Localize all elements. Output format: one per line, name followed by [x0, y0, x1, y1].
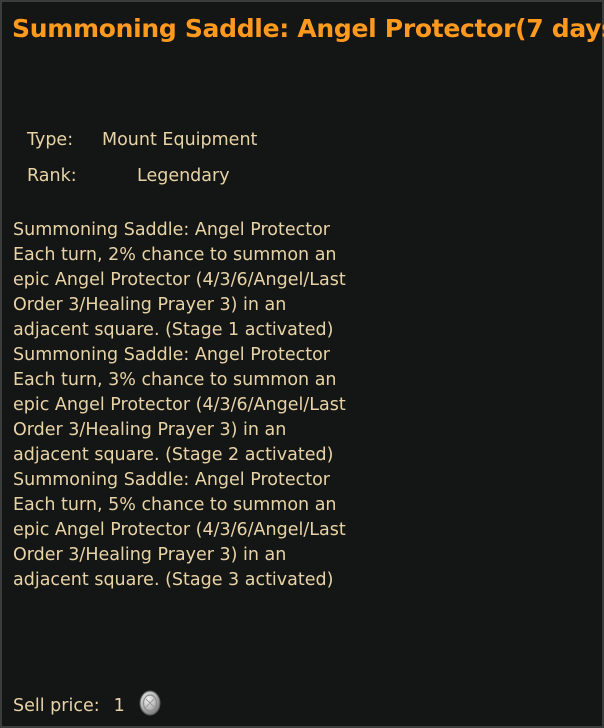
- sell-price-label: Sell price:: [13, 696, 100, 716]
- item-rank-value: Legendary: [137, 166, 230, 186]
- item-description: Summoning Saddle: Angel Protector Each t…: [13, 218, 353, 593]
- item-rank-label: Rank:: [27, 166, 77, 186]
- item-tooltip: Summoning Saddle: Angel Protector(7 days…: [0, 0, 604, 728]
- item-type-value: Mount Equipment: [102, 130, 258, 150]
- description-stage-3: Summoning Saddle: Angel Protector Each t…: [13, 470, 346, 590]
- sell-price-row: Sell price: 1: [13, 690, 161, 716]
- item-type-row: Type: Mount Equipment: [27, 130, 257, 150]
- description-stage-2: Summoning Saddle: Angel Protector Each t…: [13, 345, 346, 465]
- description-stage-1: Summoning Saddle: Angel Protector Each t…: [13, 220, 346, 340]
- item-type-label: Type:: [27, 130, 74, 150]
- item-title: Summoning Saddle: Angel Protector(7 days…: [12, 14, 604, 43]
- sell-price-value: 1: [113, 696, 125, 716]
- item-rank-row: Rank: Legendary: [27, 166, 230, 186]
- silver-coin-icon: [139, 690, 161, 716]
